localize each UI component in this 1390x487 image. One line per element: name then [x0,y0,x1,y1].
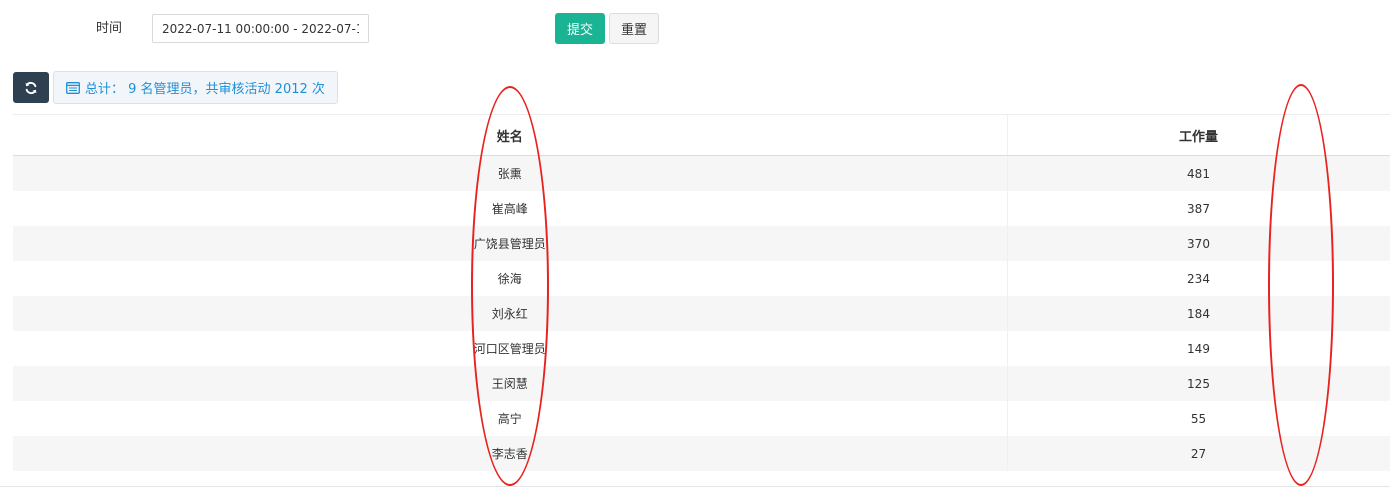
list-alt-icon [66,81,80,94]
cell-name: 高宁 [13,401,1008,436]
column-header-workload[interactable]: 工作量 [1007,115,1390,156]
cell-name: 张熏 [13,155,1008,191]
time-label: 时间 [96,21,123,36]
workload-table-container: 姓名 工作量 张熏 481 崔高峰 387 广饶县管理员 370 徐海 234 … [13,114,1390,471]
admin-workload-page: 时间 提交 重置 总计： 9 名管理员，共审核活动 2012 次 [0,0,1390,487]
cell-name: 刘永红 [13,296,1008,331]
cell-workload: 234 [1007,261,1390,296]
cell-name: 河口区管理员 [13,331,1008,366]
table-row: 崔高峰 387 [13,191,1390,226]
cell-name: 崔高峰 [13,191,1008,226]
cell-workload: 27 [1007,436,1390,471]
cell-workload: 125 [1007,366,1390,401]
summary-text: 总计： 9 名管理员，共审核活动 2012 次 [85,82,325,97]
reset-button[interactable]: 重置 [609,13,659,44]
refresh-button[interactable] [13,72,49,103]
table-header-row: 姓名 工作量 [13,115,1390,156]
table-row: 河口区管理员 149 [13,331,1390,366]
refresh-icon [24,81,38,95]
cell-workload: 481 [1007,155,1390,191]
summary-badge: 总计： 9 名管理员，共审核活动 2012 次 [53,71,338,104]
table-row: 高宁 55 [13,401,1390,436]
cell-workload: 55 [1007,401,1390,436]
workload-table: 姓名 工作量 张熏 481 崔高峰 387 广饶县管理员 370 徐海 234 … [13,115,1390,471]
cell-name: 李志香 [13,436,1008,471]
table-row: 王闵慧 125 [13,366,1390,401]
time-range-input[interactable] [152,14,369,43]
table-row: 张熏 481 [13,155,1390,191]
cell-workload: 387 [1007,191,1390,226]
table-row: 广饶县管理员 370 [13,226,1390,261]
table-row: 徐海 234 [13,261,1390,296]
cell-name: 广饶县管理员 [13,226,1008,261]
column-header-name[interactable]: 姓名 [13,115,1008,156]
table-row: 刘永红 184 [13,296,1390,331]
cell-workload: 370 [1007,226,1390,261]
table-row: 李志香 27 [13,436,1390,471]
cell-workload: 184 [1007,296,1390,331]
cell-name: 王闵慧 [13,366,1008,401]
cell-workload: 149 [1007,331,1390,366]
cell-name: 徐海 [13,261,1008,296]
submit-button[interactable]: 提交 [555,13,605,44]
